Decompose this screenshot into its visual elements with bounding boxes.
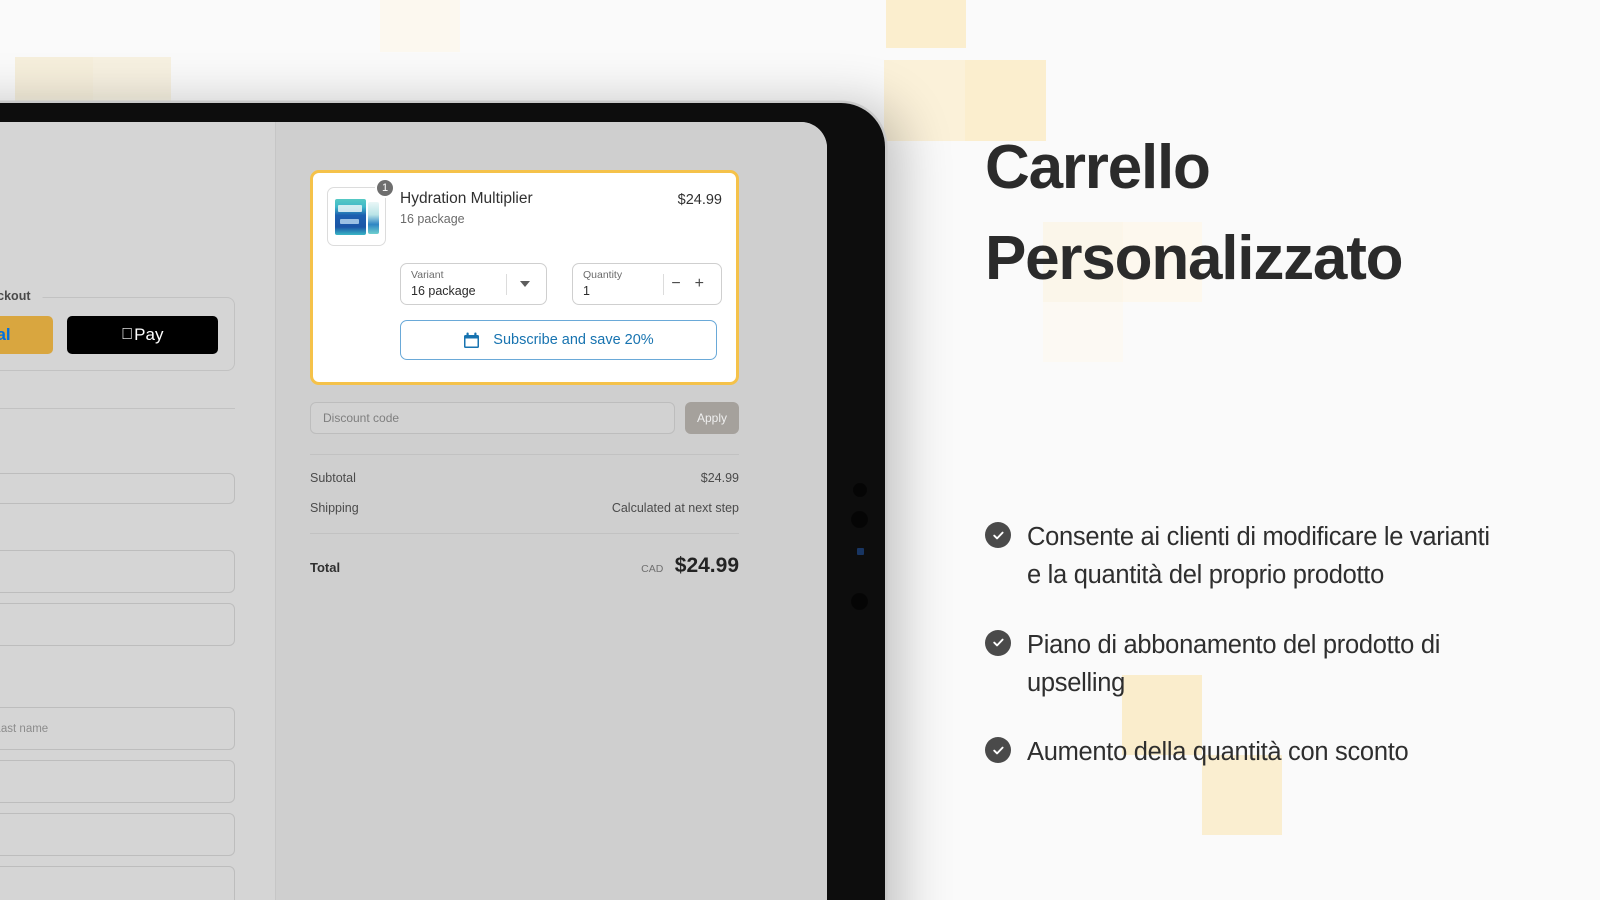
contact-section-title: on — [0, 445, 235, 463]
product-image — [327, 187, 386, 246]
decor-square — [15, 57, 93, 105]
decor-square — [380, 0, 460, 52]
shipping-label: Shipping — [310, 501, 359, 515]
tablet-screen: Shipping › Payment Express checkout Pay … — [0, 122, 827, 900]
breadcrumb: Shipping › Payment — [0, 261, 235, 275]
email-field[interactable] — [0, 473, 235, 504]
product-name: Hydration Multiplier — [400, 190, 533, 207]
check-circle-icon — [985, 737, 1011, 763]
product-price: $24.99 — [677, 192, 722, 208]
order-summary-panel: 1 Hydration Multiplier 16 package $24.99 — [276, 122, 827, 900]
address-line-field[interactable] — [0, 760, 235, 803]
subtotal-label: Subtotal — [310, 471, 356, 485]
variant-value: 16 package — [411, 283, 476, 298]
subtotal-row: Subtotal $24.99 — [310, 471, 739, 485]
address-field-2[interactable] — [0, 603, 235, 646]
divider — [506, 273, 507, 295]
variant-label: Variant — [411, 269, 444, 282]
feature-list: Consente ai clienti di modificare le var… — [985, 518, 1505, 802]
page-title: Carrello Personalizzato — [985, 122, 1545, 304]
total-row: Total CAD $24.99 — [310, 554, 739, 578]
quantity-decrease-button[interactable]: − — [664, 275, 687, 293]
device-button[interactable] — [851, 593, 868, 610]
product-variant-text: 16 package — [400, 212, 465, 226]
express-checkout-buttons: Pay P PayPal  Pay — [0, 297, 235, 371]
list-item: Aumento della quantità con sconto — [985, 733, 1505, 771]
list-item: Consente ai clienti di modificare le var… — [985, 518, 1505, 595]
divider — [310, 533, 739, 534]
apple-pay-label: Pay — [128, 325, 163, 344]
check-circle-icon — [985, 629, 1011, 656]
page-root: Shipping › Payment Express checkout Pay … — [0, 0, 1600, 900]
list-item: Piano di abbonamento del prodotto di ups… — [985, 626, 1505, 703]
apply-discount-button[interactable]: Apply — [685, 402, 739, 434]
apple-pay-button[interactable]:  Pay — [66, 316, 218, 354]
express-checkout-legend: Express checkout — [0, 289, 43, 303]
variant-select[interactable]: Variant 16 package — [400, 263, 547, 305]
decor-square — [93, 57, 171, 105]
feature-text: Aumento della quantità con sconto — [1027, 738, 1409, 766]
total-currency: CAD — [641, 563, 664, 575]
device-mic-icon — [857, 548, 864, 555]
device-button[interactable] — [851, 511, 868, 528]
check-circle-icon — [985, 522, 1011, 548]
decor-square — [886, 0, 966, 48]
quantity-label: Quantity — [583, 269, 623, 282]
express-checkout-section: Express checkout Pay P PayPal  — [0, 289, 235, 371]
discount-code-input[interactable]: Discount code — [310, 402, 675, 434]
paypal-label-pal: Pal — [0, 325, 11, 344]
subtotal-value: $24.99 — [700, 471, 739, 485]
device-button[interactable] — [853, 483, 867, 497]
discount-row: Discount code Apply — [310, 402, 739, 434]
quantity-stepper[interactable]: Quantity 1 − + — [572, 263, 722, 305]
discount-placeholder: Discount code — [323, 411, 400, 425]
chevron-down-icon — [520, 281, 530, 287]
last-name-field[interactable]: Last name — [0, 707, 235, 750]
shipping-value: Calculated at next step — [611, 501, 739, 515]
quantity-badge: 1 — [375, 178, 395, 198]
feature-text: Consente ai clienti di modificare le var… — [1027, 523, 1490, 590]
total-label: Total — [310, 560, 341, 575]
paypal-button[interactable]: P PayPal — [0, 316, 53, 354]
decor-square — [884, 60, 965, 141]
tablet-device: Shipping › Payment Express checkout Pay … — [0, 103, 885, 900]
checkout-page: Shipping › Payment Express checkout Pay … — [0, 122, 827, 900]
subscribe-and-save-button[interactable]: Subscribe and save 20% — [400, 320, 717, 360]
shipping-row: Shipping Calculated at next step — [310, 501, 739, 515]
quantity-value: 1 — [583, 283, 590, 298]
product-card: 1 Hydration Multiplier 16 package $24.99 — [310, 170, 739, 385]
or-divider: OR — [0, 401, 235, 415]
marketing-panel: Carrello Personalizzato Consente ai clie… — [985, 0, 1585, 900]
product-thumbnail-wrap: 1 — [327, 178, 395, 246]
address-field-1[interactable] — [0, 550, 235, 593]
total-value: $24.99 — [674, 554, 739, 577]
product-header: 1 Hydration Multiplier 16 package $24.99 — [327, 178, 722, 246]
headline-line-2: Personalizzato — [985, 224, 1404, 294]
subscribe-label: Subscribe and save 20% — [493, 332, 654, 348]
product-stick-graphic — [367, 201, 379, 234]
product-pouch-graphic — [334, 198, 366, 235]
city-field[interactable] — [0, 866, 235, 900]
product-selectors: Variant 16 package Quantity 1 − + — [327, 263, 722, 305]
last-name-placeholder: Last name — [0, 722, 49, 735]
checkout-form-panel: Shipping › Payment Express checkout Pay … — [0, 122, 276, 900]
divider — [310, 454, 739, 455]
apartment-field[interactable]: (optional) — [0, 813, 235, 856]
apple-logo-icon:  — [121, 326, 133, 344]
quantity-increase-button[interactable]: + — [688, 275, 711, 293]
calendar-icon — [463, 332, 480, 349]
headline-line-1: Carrello — [985, 133, 1211, 202]
feature-text: Piano di abbonamento del prodotto di ups… — [1027, 630, 1441, 697]
newsletter-note: e on news and exclusive offers — [0, 513, 235, 525]
product-info: Hydration Multiplier 16 package — [400, 187, 664, 226]
